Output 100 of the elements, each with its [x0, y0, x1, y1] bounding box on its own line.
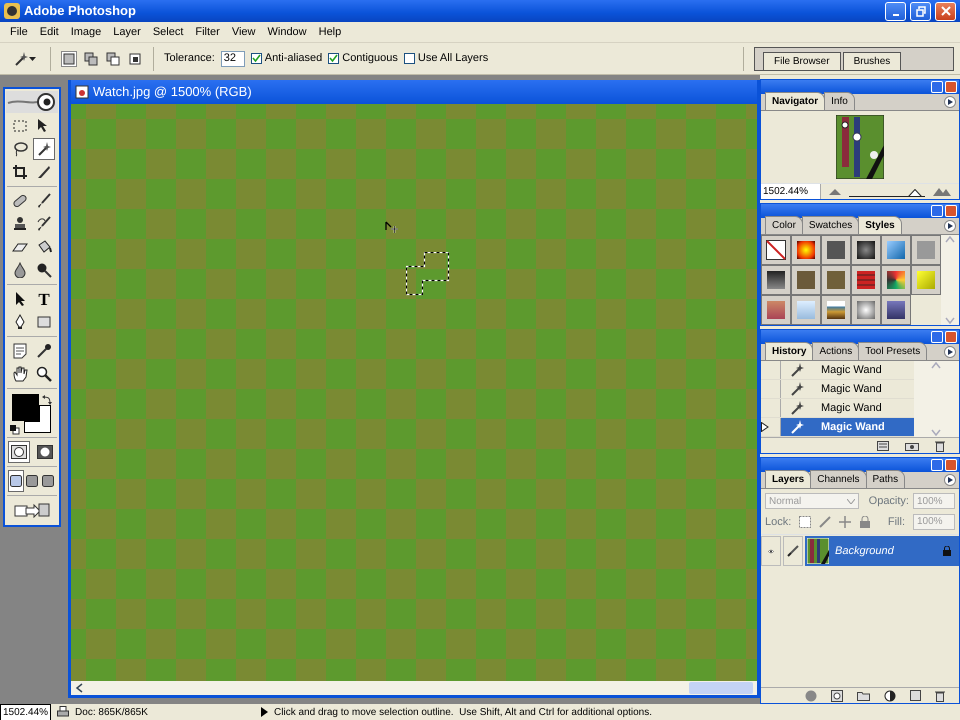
foreground-color-swatch[interactable] — [12, 394, 39, 421]
rectangle-shape-icon — [36, 314, 52, 330]
panel-menu-button[interactable] — [944, 220, 956, 232]
panel-minimize-button[interactable] — [931, 81, 943, 93]
selection-mode-button[interactable] — [61, 50, 77, 66]
standard-mode-button[interactable] — [8, 441, 30, 463]
panel-close-button[interactable] — [945, 331, 957, 343]
panel-close-button[interactable] — [945, 459, 957, 471]
panel-tab[interactable]: Tool Presets — [858, 342, 928, 360]
menu-item[interactable]: Window — [262, 24, 313, 40]
vertical-scrollbar[interactable] — [941, 235, 959, 325]
status-zoom-field[interactable]: 1502.44% — [0, 704, 52, 720]
visibility-toggle[interactable] — [761, 536, 781, 566]
style-swatch[interactable] — [851, 235, 881, 265]
panel-tab[interactable]: History — [765, 342, 814, 360]
zoom-slider[interactable] — [849, 186, 925, 196]
style-swatch[interactable] — [821, 235, 851, 265]
panel-tab[interactable]: Navigator — [765, 92, 826, 110]
selection-mode-button[interactable] — [105, 50, 121, 66]
style-swatch[interactable] — [821, 295, 851, 325]
right-triangle-icon — [948, 223, 952, 229]
checkbox[interactable] — [328, 53, 340, 64]
checkbox[interactable] — [250, 53, 262, 64]
lock-brush-icon[interactable] — [819, 516, 832, 528]
close-button[interactable] — [935, 2, 956, 20]
style-swatch[interactable] — [881, 235, 911, 265]
style-swatch[interactable] — [791, 295, 821, 325]
menu-item[interactable]: View — [226, 24, 262, 40]
menu-item[interactable]: File — [4, 24, 34, 40]
lock-icon[interactable] — [859, 516, 872, 528]
history-state-label: Magic Wand — [821, 362, 882, 378]
panel-tab[interactable]: Styles — [858, 216, 902, 234]
panel-menu-button[interactable] — [944, 346, 956, 358]
horizontal-scrollbar[interactable] — [71, 681, 757, 695]
tolerance-field[interactable]: 32 — [220, 50, 245, 66]
panel-tab[interactable]: Layers — [765, 470, 812, 488]
vertical-scrollbar[interactable] — [914, 361, 960, 437]
style-preview — [887, 271, 905, 289]
play-triangle-icon — [261, 707, 268, 717]
style-swatch[interactable] — [791, 265, 821, 295]
panel-menu-button[interactable] — [944, 474, 956, 486]
style-swatch[interactable] — [881, 265, 911, 295]
minimize-icon — [892, 14, 898, 16]
history-brush-icon — [36, 216, 52, 232]
menu-item[interactable]: Help — [312, 24, 348, 40]
history-state[interactable]: Magic Wand — [761, 380, 914, 399]
panel-menu-button[interactable] — [944, 96, 956, 108]
restore-icon — [916, 6, 926, 16]
default-colors-icon — [10, 425, 20, 436]
lock-move-icon[interactable] — [839, 516, 852, 528]
layer-row[interactable]: Background — [805, 536, 959, 566]
tool-button[interactable] — [33, 138, 55, 160]
checkbox[interactable] — [404, 53, 415, 64]
style-preview — [827, 271, 845, 289]
tool-button[interactable]: T — [33, 288, 55, 310]
panel-tab[interactable]: Color — [765, 216, 803, 234]
panel-close-button[interactable] — [945, 205, 957, 217]
panel-close-button[interactable] — [945, 81, 957, 93]
selection-mode-button[interactable] — [127, 50, 143, 66]
panel-minimize-button[interactable] — [931, 205, 943, 217]
panel-tab[interactable]: Paths — [866, 470, 906, 488]
folder-icon — [857, 690, 870, 700]
screen-mode-button[interactable] — [8, 470, 24, 492]
scroll-thumb[interactable] — [689, 682, 753, 694]
palette-well-tab[interactable]: Brushes — [842, 52, 902, 70]
style-swatch[interactable] — [791, 235, 821, 265]
style-swatch[interactable] — [851, 265, 881, 295]
selection-mode-button[interactable] — [83, 50, 99, 66]
history-state[interactable]: Magic Wand — [761, 361, 914, 380]
menu-item[interactable]: Image — [64, 24, 108, 40]
menu-item[interactable]: Layer — [107, 24, 147, 40]
style-swatch[interactable] — [881, 295, 911, 325]
style-swatch[interactable] — [761, 265, 791, 295]
panel-tab[interactable]: Info — [824, 92, 855, 110]
eyedropper-icon — [36, 343, 52, 359]
style-swatch[interactable] — [761, 295, 791, 325]
style-swatch[interactable] — [761, 235, 791, 265]
blend-mode-value: Normal — [769, 494, 802, 509]
background-color-swatch[interactable] — [24, 405, 51, 433]
scroll-left-button[interactable] — [75, 683, 83, 693]
menu-item[interactable]: Filter — [189, 24, 226, 40]
minimize-button[interactable] — [885, 2, 906, 20]
check-icon — [252, 54, 261, 63]
style-preview — [797, 301, 815, 319]
menu-item[interactable]: Select — [146, 24, 190, 40]
lock-transparency-icon[interactable] — [799, 516, 812, 528]
history-state[interactable]: Magic Wand — [761, 418, 914, 437]
palette-well-tab[interactable]: File Browser — [763, 52, 841, 70]
tolerance-label: Tolerance: — [164, 51, 215, 66]
panel-minimize-button[interactable] — [931, 331, 943, 343]
menu-item[interactable]: Edit — [34, 24, 65, 40]
panel-minimize-button[interactable] — [931, 459, 943, 471]
style-swatch[interactable] — [821, 265, 851, 295]
style-swatch[interactable] — [911, 265, 941, 295]
zoom-in-mountains-icon — [933, 186, 951, 196]
style-swatch[interactable] — [851, 295, 881, 325]
style-swatch[interactable] — [911, 235, 941, 265]
fill-label: Fill: — [888, 514, 905, 530]
restore-button[interactable] — [910, 2, 931, 20]
zoom-field[interactable]: 1502.44% — [761, 184, 821, 199]
